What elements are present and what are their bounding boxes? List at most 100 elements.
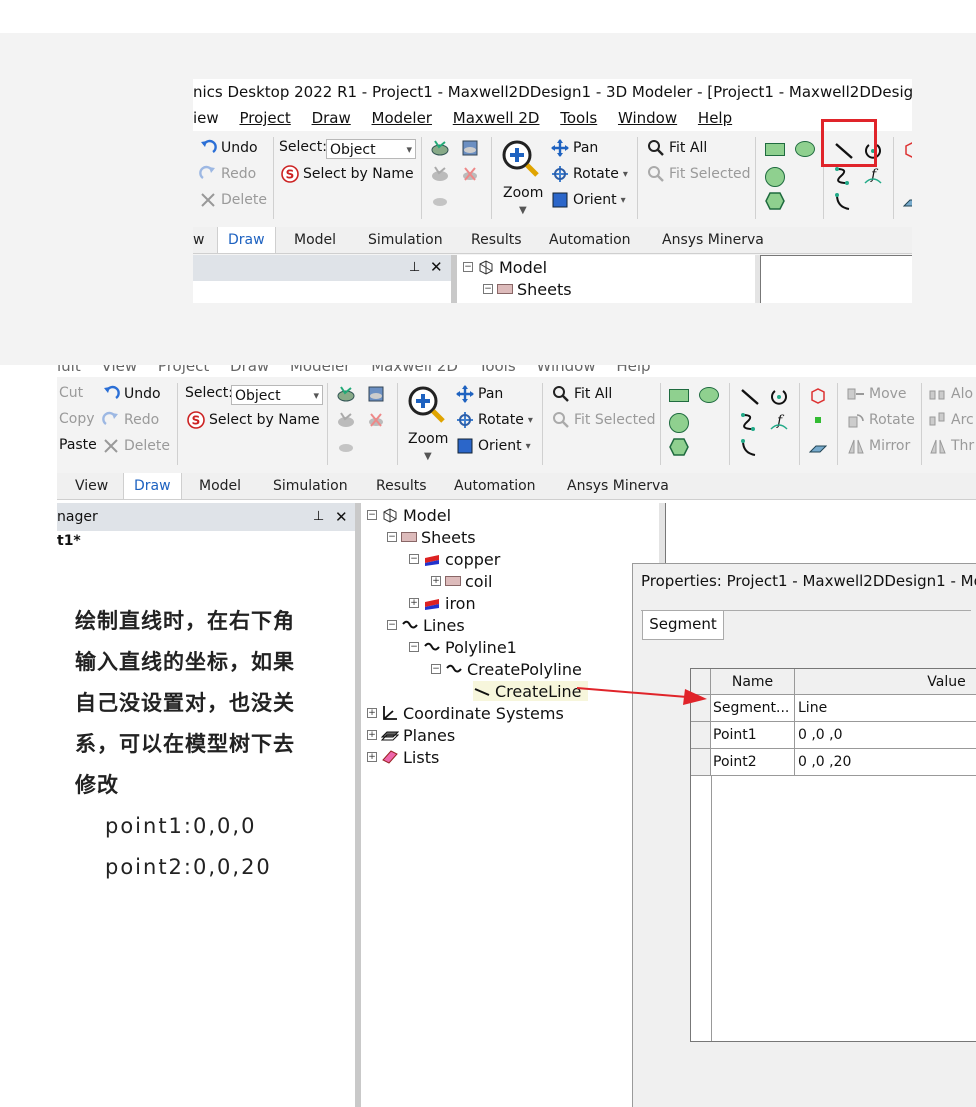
column-header-name[interactable]: Name	[711, 669, 795, 695]
collapse-icon[interactable]: −	[387, 532, 397, 542]
show-icon[interactable]	[337, 385, 355, 403]
tree-node-create-polyline[interactable]: − CreatePolyline	[431, 659, 582, 679]
tree-node-create-line[interactable]: CreateLine	[473, 681, 588, 701]
menu-draw[interactable]: Draw	[230, 365, 269, 375]
redo-button[interactable]: Redo	[199, 165, 256, 183]
table-row-value[interactable]: 0 ,0 ,0	[795, 722, 976, 749]
menu-project[interactable]: Project	[239, 109, 290, 127]
tab-ansys-minerva[interactable]: Ansys Minerva	[662, 227, 764, 253]
tree-node-model[interactable]: − Model	[367, 505, 451, 525]
tab-segment[interactable]: Segment	[642, 611, 724, 640]
orient-button[interactable]: Orient ▾	[456, 437, 531, 455]
ellipse-icon[interactable]	[699, 387, 719, 403]
fit-all-button[interactable]: Fit All	[647, 139, 707, 157]
select-dropdown[interactable]: Object	[326, 139, 416, 160]
menu-help[interactable]: Help	[698, 109, 732, 127]
plane-icon[interactable]	[902, 191, 912, 209]
show-all-icon[interactable]	[367, 385, 385, 403]
menu-modeler[interactable]: Modeler	[290, 365, 350, 375]
hide-all-icon[interactable]	[367, 411, 385, 429]
menu-view[interactable]: View	[102, 365, 138, 375]
expand-icon[interactable]: +	[367, 708, 377, 718]
rectangle-icon[interactable]	[765, 143, 785, 156]
menu-tools[interactable]: Tools	[560, 109, 597, 127]
zoom-button[interactable]: Zoom	[503, 185, 543, 201]
fit-all-button[interactable]: Fit All	[552, 385, 612, 403]
table-row-name[interactable]: Segment...	[711, 695, 795, 722]
menu-help[interactable]: Help	[616, 365, 650, 375]
tree-node-iron[interactable]: + iron	[409, 593, 476, 613]
tab-automation[interactable]: Automation	[549, 227, 631, 253]
rotate-object-button[interactable]: Rotate	[847, 411, 915, 429]
arc-icon[interactable]	[769, 387, 789, 407]
collapse-icon[interactable]: −	[483, 284, 493, 294]
center-point-arc-icon[interactable]	[739, 437, 759, 459]
paste-button[interactable]: Paste	[59, 437, 97, 453]
circle-icon[interactable]	[765, 167, 785, 187]
row-header[interactable]	[691, 722, 711, 749]
hide-selected-icon[interactable]	[337, 437, 355, 455]
menu-window[interactable]: Window	[618, 109, 677, 127]
copy-button[interactable]: Copy	[59, 411, 95, 427]
delete-button[interactable]: Delete	[199, 191, 267, 209]
table-row-value[interactable]: Line	[795, 695, 976, 722]
hide-icon[interactable]	[337, 411, 355, 429]
menu-edit[interactable]: ıult	[57, 365, 81, 375]
circle-icon[interactable]	[669, 413, 689, 433]
hide-icon[interactable]	[431, 165, 449, 183]
tab-view[interactable]: View	[75, 473, 108, 499]
pan-button[interactable]: Pan	[456, 385, 503, 403]
zoom-icon[interactable]	[501, 139, 539, 177]
collapse-icon[interactable]: −	[367, 510, 377, 520]
tab-ansys-minerva[interactable]: Ansys Minerva	[567, 473, 669, 499]
tree-node-coil[interactable]: + coil	[431, 571, 492, 591]
menu-view[interactable]: iew	[193, 109, 219, 127]
collapse-icon[interactable]: −	[463, 262, 473, 272]
pan-button[interactable]: Pan	[551, 139, 598, 157]
equation-curve-icon[interactable]: f	[769, 411, 789, 433]
move-button[interactable]: Move	[847, 385, 907, 403]
tree-node-lines[interactable]: − Lines	[387, 615, 465, 635]
show-all-icon[interactable]	[461, 139, 479, 157]
zoom-dropdown-arrow[interactable]: ▼	[519, 205, 527, 216]
table-row-value[interactable]: 0 ,0 ,20	[795, 749, 976, 776]
orient-button[interactable]: Orient ▾	[551, 191, 626, 209]
tab-simulation[interactable]: Simulation	[273, 473, 348, 499]
tree-node-coordinate-systems[interactable]: + Coordinate Systems	[367, 703, 564, 723]
select-by-name-button[interactable]: S Select by Name	[187, 411, 320, 429]
around-axis-button[interactable]: Arc	[929, 411, 974, 429]
rectangle-icon[interactable]	[669, 389, 689, 402]
expand-icon[interactable]: +	[367, 752, 377, 762]
hide-all-icon[interactable]	[461, 165, 479, 183]
tree-node-sheets[interactable]: − Sheets	[483, 279, 572, 299]
pin-icon[interactable]: ⊥	[313, 503, 324, 531]
zoom-icon[interactable]	[407, 385, 445, 423]
along-line-button[interactable]: Alo	[929, 385, 973, 403]
redo-button[interactable]: Redo	[102, 411, 159, 429]
cut-button[interactable]: Cut	[59, 385, 83, 401]
menu-maxwell2d[interactable]: Maxwell 2D	[371, 365, 458, 375]
spline-icon[interactable]	[739, 411, 759, 433]
menu-maxwell2d[interactable]: Maxwell 2D	[453, 109, 540, 127]
select-dropdown[interactable]: Object	[231, 385, 323, 406]
zoom-dropdown-arrow[interactable]: ▼	[424, 451, 432, 462]
tree-node-model[interactable]: − Model	[463, 257, 547, 277]
menu-project[interactable]: Project	[158, 365, 209, 375]
close-icon[interactable]: ✕	[335, 503, 348, 531]
close-icon[interactable]: ✕	[430, 255, 443, 279]
plane-icon[interactable]	[808, 437, 828, 455]
collapse-icon[interactable]: −	[387, 620, 397, 630]
menu-draw[interactable]: Draw	[312, 109, 351, 127]
spline-icon[interactable]	[833, 165, 853, 187]
region-icon[interactable]	[903, 141, 912, 159]
tab-draw[interactable]: Draw	[217, 227, 276, 253]
region-icon[interactable]	[809, 387, 827, 405]
zoom-button[interactable]: Zoom	[408, 431, 448, 447]
pin-icon[interactable]: ⊥	[409, 256, 420, 280]
draw-line-icon[interactable]	[739, 387, 761, 407]
menu-tools[interactable]: Tools	[479, 365, 516, 375]
show-icon[interactable]	[431, 139, 449, 157]
hide-selected-icon[interactable]	[431, 191, 449, 209]
rotate-button[interactable]: Rotate ▾	[551, 165, 628, 183]
undo-button[interactable]: Undo	[102, 385, 161, 403]
